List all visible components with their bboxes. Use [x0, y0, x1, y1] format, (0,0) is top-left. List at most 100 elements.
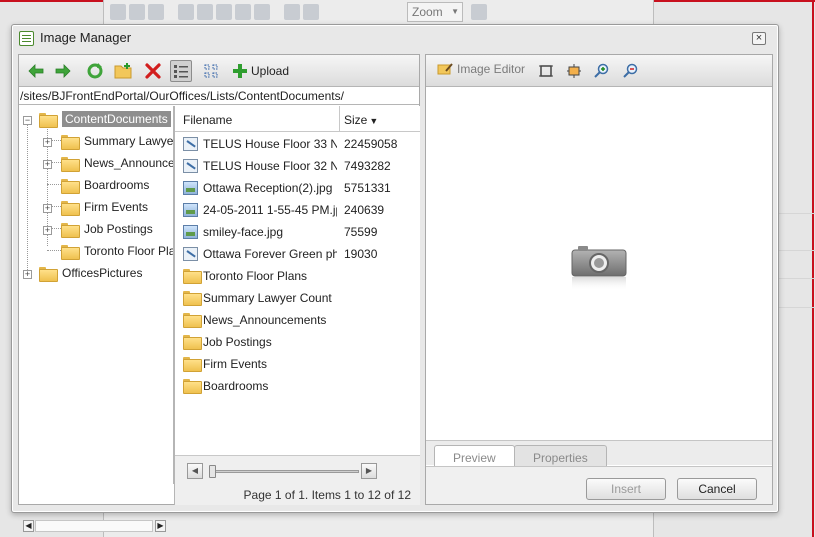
- close-icon[interactable]: ×: [752, 32, 766, 45]
- folder-icon: [61, 222, 80, 238]
- expand-toggle[interactable]: +: [23, 270, 32, 279]
- folder-icon: [39, 266, 58, 282]
- table-row[interactable]: Ottawa Reception(2).jpg 5751331: [175, 177, 420, 199]
- image-editor-button[interactable]: Image Editor: [437, 62, 525, 76]
- file-name: Job Postings: [203, 335, 272, 349]
- table-row[interactable]: TELUS House Floor 33 Na 22459058: [175, 133, 420, 155]
- scroll-right-icon[interactable]: ▶: [155, 520, 166, 532]
- thumbnail-size-slider[interactable]: ◀ ▶: [187, 463, 383, 479]
- picture-file-icon: [183, 137, 198, 151]
- file-size: 22459058: [344, 137, 398, 151]
- size-header-label: Size: [344, 113, 368, 127]
- paging-info: Page 1 of 1. Items 1 to 12 of 12: [243, 488, 411, 502]
- expand-toggle[interactable]: +: [43, 226, 52, 235]
- table-row[interactable]: Summary Lawyer Count: [175, 287, 420, 309]
- thumbnail-view-icon[interactable]: [200, 60, 222, 82]
- file-size: 5751331: [344, 181, 391, 195]
- paste-icon[interactable]: [216, 4, 232, 20]
- best-fit-icon[interactable]: [564, 61, 584, 81]
- expand-toggle[interactable]: +: [43, 138, 52, 147]
- image-file-icon: [183, 225, 198, 239]
- slider-increase-icon[interactable]: ▶: [361, 463, 377, 479]
- tree-node-label: Job Postings: [84, 222, 153, 236]
- back-arrow-icon[interactable]: [25, 60, 47, 82]
- zoom-in-icon[interactable]: [592, 61, 612, 81]
- file-name: News_Announcements: [203, 313, 327, 327]
- zoom-out-icon[interactable]: [621, 61, 641, 81]
- list-view-icon[interactable]: [170, 60, 192, 82]
- image-manager-icon: [19, 31, 34, 46]
- find-icon[interactable]: [148, 4, 164, 20]
- table-row[interactable]: Job Postings: [175, 331, 420, 353]
- file-name: Ottawa Forever Green ph: [203, 247, 337, 261]
- delete-icon[interactable]: [142, 60, 164, 82]
- table-row[interactable]: Toronto Floor Plans: [175, 265, 420, 287]
- file-name: Boardrooms: [203, 379, 269, 393]
- collapse-toggle[interactable]: −: [23, 116, 32, 125]
- chevron-down-icon: ▼: [451, 7, 459, 16]
- expand-toggle[interactable]: +: [43, 204, 52, 213]
- cut-icon[interactable]: [178, 4, 194, 20]
- upload-button[interactable]: Upload: [251, 64, 289, 78]
- tree-node-officespictures[interactable]: OfficesPictures: [39, 263, 142, 283]
- image-editor-icon: [437, 63, 453, 75]
- zoom-select[interactable]: Zoom ▼: [407, 2, 463, 22]
- table-row[interactable]: Ottawa Forever Green ph 19030: [175, 243, 420, 265]
- table-row[interactable]: TELUS House Floor 32 Na 7493282: [175, 155, 420, 177]
- image-editor-label: Image Editor: [457, 62, 526, 76]
- tree-node-label: Firm Events: [84, 200, 149, 214]
- slider-track[interactable]: [209, 470, 359, 473]
- filename-column-header[interactable]: Filename: [183, 113, 232, 127]
- format-painter-icon[interactable]: [254, 4, 270, 20]
- refresh-icon[interactable]: [84, 60, 106, 82]
- folder-icon: [61, 244, 80, 260]
- table-row[interactable]: News_Announcements: [175, 309, 420, 331]
- dialog-titlebar: Image Manager ×: [12, 25, 778, 51]
- tree-node-summary-lawyer-count[interactable]: Summary Lawyer Count: [61, 131, 173, 151]
- tab-preview[interactable]: Preview: [434, 445, 515, 467]
- scroll-left-icon[interactable]: ◀: [23, 520, 34, 532]
- camera-icon: [571, 246, 627, 291]
- tree-node-news-announcements[interactable]: News_Announcements: [61, 153, 174, 173]
- table-row[interactable]: smiley-face.jpg 75599: [175, 221, 420, 243]
- preview-toolbar: Image Editor: [426, 55, 772, 87]
- table-row[interactable]: Firm Events: [175, 353, 420, 375]
- grid-footer: ◀ ▶ Page 1 of 1. Items 1 to 12 of 12: [175, 455, 420, 505]
- new-folder-icon[interactable]: [112, 60, 134, 82]
- slider-decrease-icon[interactable]: ◀: [187, 463, 203, 479]
- redo-icon[interactable]: [303, 4, 319, 20]
- image-file-icon: [183, 181, 198, 195]
- file-name: Firm Events: [203, 357, 268, 371]
- slider-thumb[interactable]: [209, 465, 216, 478]
- crop-icon[interactable]: [536, 61, 556, 81]
- table-row[interactable]: 24-05-2011 1-55-45 PM.jp 240639: [175, 199, 420, 221]
- print-icon[interactable]: [110, 4, 126, 20]
- tree-node-label: News_Announcements: [84, 156, 174, 170]
- tab-properties[interactable]: Properties: [514, 445, 607, 467]
- file-grid: Filename Size ▼ TELUS House Floor 33 Na 22…: [175, 106, 420, 505]
- tree-node-firm-events[interactable]: Firm Events: [61, 197, 148, 217]
- size-column-header[interactable]: Size ▼: [344, 113, 378, 127]
- folder-icon: [61, 178, 80, 194]
- cancel-button[interactable]: Cancel: [677, 478, 757, 500]
- insert-button[interactable]: Insert: [586, 478, 666, 500]
- forward-arrow-icon[interactable]: [52, 60, 74, 82]
- paste-special-icon[interactable]: [235, 4, 251, 20]
- file-size: 240639: [344, 203, 385, 217]
- tree-node-job-postings[interactable]: Job Postings: [61, 219, 153, 239]
- tree-node-toronto-floor-plans[interactable]: Toronto Floor Plans: [61, 241, 173, 261]
- expand-toggle[interactable]: +: [43, 160, 52, 169]
- scroll-track[interactable]: [35, 520, 153, 532]
- module-manager-icon[interactable]: [471, 4, 487, 20]
- grid-header: Filename Size ▼: [175, 106, 420, 132]
- tree-horizontal-scrollbar[interactable]: ◀ ▶: [19, 517, 174, 533]
- tree-node-boardrooms[interactable]: Boardrooms: [61, 175, 149, 195]
- tree-node-contentdocuments[interactable]: ContentDocuments: [39, 109, 171, 129]
- table-row[interactable]: Boardrooms: [175, 375, 420, 397]
- undo-icon[interactable]: [284, 4, 300, 20]
- spellcheck-icon[interactable]: [129, 4, 145, 20]
- file-size: 19030: [344, 247, 378, 261]
- file-name: Summary Lawyer Count: [203, 291, 332, 305]
- copy-icon[interactable]: [197, 4, 213, 20]
- upload-icon[interactable]: [229, 60, 251, 82]
